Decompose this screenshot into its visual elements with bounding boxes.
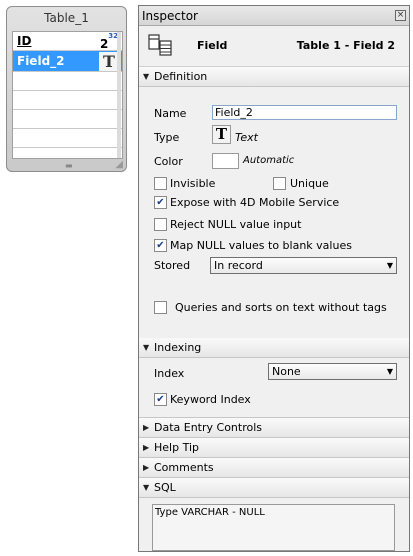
index-value: None: [272, 365, 301, 378]
type-label: Type: [154, 131, 180, 144]
keyword-index-checkbox[interactable]: ✔: [154, 393, 167, 406]
resize-corner-icon[interactable]: ◢: [115, 159, 123, 170]
inspector-window: Inspector × Field Table 1 - Field 2 ▼ De…: [138, 5, 410, 552]
sql-definition-text[interactable]: Type VARCHAR - NULL: [152, 504, 395, 551]
triangle-right-icon: ▶: [143, 443, 150, 452]
triangle-down-icon: ▼: [143, 72, 150, 81]
table-title[interactable]: Table_1: [7, 7, 126, 29]
color-value: Automatic: [243, 155, 295, 166]
grip-icon[interactable]: ▬: [65, 161, 73, 170]
section-title: SQL: [154, 481, 176, 494]
color-swatch[interactable]: [212, 153, 239, 169]
table-widget[interactable]: Table_1 ID 232 Field_2 T ▬ ◢: [6, 6, 127, 172]
table-row[interactable]: [13, 129, 122, 148]
section-title: Comments: [154, 461, 214, 474]
field-name: Field_2: [17, 54, 65, 68]
section-indexing[interactable]: ▼ Indexing: [139, 338, 409, 358]
index-select[interactable]: None ▼: [268, 363, 397, 380]
map-null-checkbox[interactable]: ✔: [154, 239, 167, 252]
field-name: ID: [17, 34, 32, 48]
reject-null-label: Reject NULL value input: [170, 218, 302, 231]
triangle-right-icon: ▶: [143, 423, 150, 432]
table-row[interactable]: ID 232: [13, 32, 122, 51]
text-type-icon[interactable]: T: [212, 125, 231, 144]
stored-value: In record: [214, 259, 263, 272]
type-value: Text: [235, 131, 258, 144]
integer-icon: 232: [99, 32, 119, 51]
vertical-scrollbar[interactable]: [117, 32, 121, 158]
name-label: Name: [154, 107, 187, 120]
stored-select[interactable]: In record ▼: [210, 257, 397, 274]
table-row[interactable]: [13, 110, 122, 129]
unique-checkbox[interactable]: [273, 177, 286, 190]
reject-null-checkbox[interactable]: [154, 218, 167, 231]
section-title: Data Entry Controls: [154, 421, 263, 434]
section-title: Definition: [154, 70, 208, 83]
inspector-object-type: Field: [197, 39, 228, 52]
expose-checkbox[interactable]: ✔: [154, 196, 167, 209]
chevron-down-icon: ▼: [386, 367, 393, 376]
section-title: Indexing: [154, 341, 202, 354]
triangle-down-icon: ▼: [143, 343, 150, 352]
invisible-checkbox[interactable]: [154, 177, 167, 190]
expose-label: Expose with 4D Mobile Service: [170, 196, 340, 209]
triangle-down-icon: ▼: [143, 483, 150, 492]
keyword-index-label: Keyword Index: [170, 393, 251, 406]
map-null-label: Map NULL values to blank values: [170, 239, 352, 252]
indexing-panel: Index None ▼ ✔ Keyword Index: [139, 358, 409, 418]
color-label: Color: [154, 155, 183, 168]
table-field-list: ID 232 Field_2 T: [12, 31, 123, 159]
queries-label: Queries and sorts on text without tags: [175, 301, 387, 314]
chevron-down-icon: ▼: [386, 261, 393, 270]
definition-panel: Name Field_2 Type T Text Color Automatic…: [139, 87, 409, 338]
inspector-title: Inspector: [142, 9, 198, 23]
section-title: Help Tip: [154, 441, 199, 454]
inspector-object-path: Table 1 - Field 2: [296, 39, 395, 52]
table-row[interactable]: [13, 91, 122, 110]
text-type-icon: T: [99, 52, 119, 71]
field-icon: [148, 34, 172, 56]
index-label: Index: [154, 367, 185, 380]
table-row[interactable]: Field_2 T: [13, 51, 122, 72]
name-field[interactable]: Field_2: [212, 105, 397, 120]
invisible-label: Invisible: [170, 177, 216, 190]
triangle-right-icon: ▶: [143, 463, 150, 472]
inspector-titlebar[interactable]: Inspector ×: [139, 6, 409, 26]
close-icon[interactable]: ×: [395, 10, 406, 21]
unique-label: Unique: [290, 177, 329, 190]
table-row[interactable]: [13, 72, 122, 91]
queries-checkbox[interactable]: [154, 301, 167, 314]
section-sql[interactable]: ▼ SQL: [139, 478, 409, 498]
section-comments[interactable]: ▶ Comments: [139, 458, 409, 478]
inspector-header: Field Table 1 - Field 2: [139, 26, 409, 67]
sql-panel: Type VARCHAR - NULL: [139, 498, 409, 556]
stored-label: Stored: [154, 259, 191, 272]
section-definition[interactable]: ▼ Definition: [139, 67, 409, 87]
section-data-entry-controls[interactable]: ▶ Data Entry Controls: [139, 418, 409, 438]
section-help-tip[interactable]: ▶ Help Tip: [139, 438, 409, 458]
